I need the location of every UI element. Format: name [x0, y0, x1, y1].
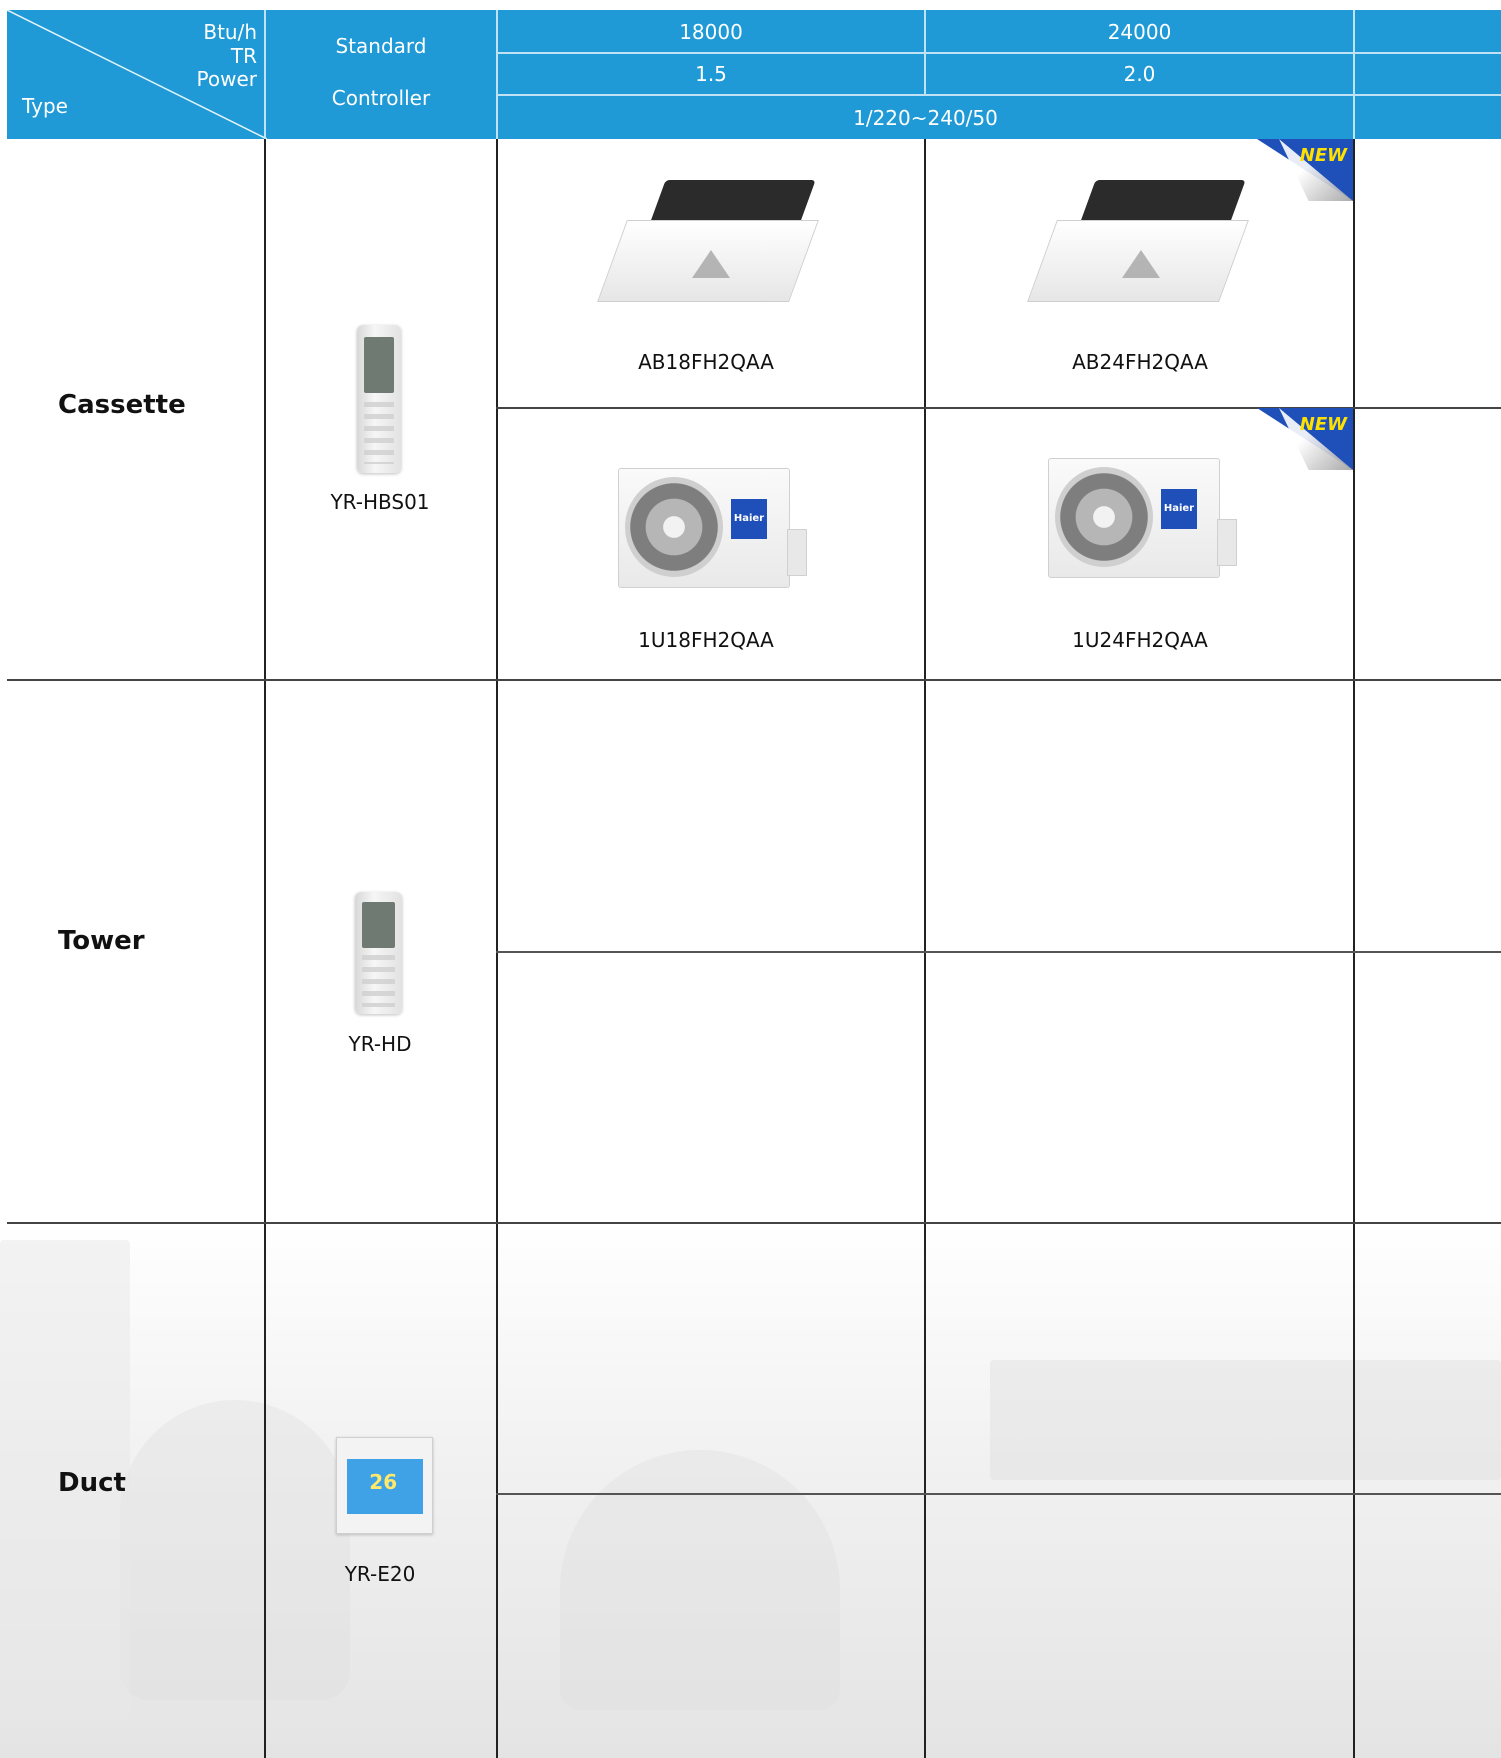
model-1u24fh2qaa: 1U24FH2QAA	[1072, 628, 1208, 652]
header-power-value: 1/220~240/50	[853, 106, 998, 130]
grid-column-divider	[924, 139, 926, 1758]
outdoor-unit-image: Haier	[618, 468, 807, 588]
outdoor-unit-image: Haier	[1048, 458, 1237, 578]
background-chair-shape	[120, 1400, 350, 1700]
outdoor-valve-cover	[787, 529, 807, 576]
controller-model-yr-hbs01: YR-HBS01	[330, 490, 430, 514]
grid-column-divider	[264, 139, 266, 1758]
grid-column-divider	[1353, 139, 1355, 1758]
header-divider	[498, 94, 1501, 96]
new-badge: NEW	[1257, 408, 1353, 470]
type-cassette: Cassette	[58, 390, 186, 420]
wired-controller-image: 26	[336, 1437, 433, 1534]
grid-row-divider	[496, 951, 1501, 953]
remote-controller-image	[355, 892, 402, 1014]
remote-screen	[362, 901, 395, 949]
model-ab24fh2qaa: AB24FH2QAA	[1072, 350, 1208, 374]
header-tr-2-0: 2.0	[1123, 62, 1156, 86]
remote-buttons	[362, 955, 395, 1007]
header-type-label: Type	[22, 94, 68, 118]
cassette-indoor-unit-image	[1027, 180, 1249, 302]
remote-screen	[363, 336, 395, 394]
controller-model-yr-hd: YR-HD	[348, 1032, 412, 1056]
grid-row-divider	[7, 679, 1501, 681]
outdoor-valve-cover	[1217, 519, 1237, 566]
header-18000: 18000	[679, 20, 743, 44]
header-24000: 24000	[1107, 20, 1172, 44]
wired-controller-display: 26	[346, 1458, 423, 1514]
controller-model-yr-e20: YR-E20	[344, 1562, 416, 1586]
grid-row-divider	[496, 1493, 1501, 1495]
grid-column-divider	[496, 139, 498, 1758]
cassette-indoor-unit-image	[597, 180, 819, 302]
new-badge: NEW	[1257, 139, 1353, 201]
background-kitchen-image	[0, 1220, 1501, 1758]
grid-row-divider	[7, 1222, 1501, 1224]
header-power-label: Power	[196, 67, 257, 91]
header-tr-1-5: 1.5	[695, 62, 727, 86]
background-counter-shape	[990, 1360, 1501, 1480]
remote-controller-image	[357, 325, 401, 473]
type-duct: Duct	[58, 1468, 126, 1498]
model-1u18fh2qaa: 1U18FH2QAA	[638, 628, 774, 652]
display-temperature: 26	[369, 1469, 398, 1494]
header-divider	[264, 10, 266, 139]
header-btuh-label: Btu/h	[203, 20, 257, 44]
header-controller-label: Controller	[331, 86, 431, 110]
header-tr-label: TR	[230, 44, 257, 68]
outdoor-fan	[1055, 467, 1153, 567]
brand-logo: Haier	[731, 499, 767, 539]
header-divider	[1353, 10, 1355, 139]
table-header: Btu/h TR Power Type Standard Controller …	[7, 10, 1501, 139]
outdoor-fan	[625, 477, 723, 577]
new-badge-text: NEW	[1299, 414, 1347, 435]
type-tower: Tower	[58, 926, 145, 956]
new-badge-text: NEW	[1299, 145, 1347, 166]
remote-buttons	[363, 401, 395, 465]
model-ab18fh2qaa: AB18FH2QAA	[638, 350, 774, 374]
header-standard-label: Standard	[335, 34, 427, 58]
brand-logo: Haier	[1161, 489, 1197, 529]
header-divider	[498, 52, 1501, 54]
